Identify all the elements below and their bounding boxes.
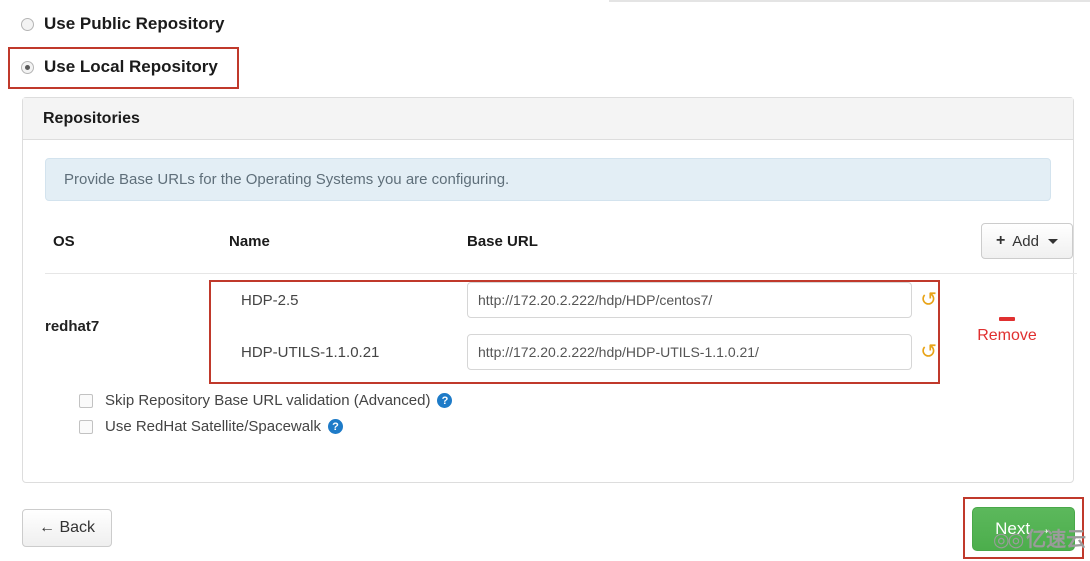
table-row: redhat7 HDP-2.5 HDP-UTILS-1.1.0.21 ↺: [45, 273, 1077, 378]
repositories-panel-header: Repositories: [23, 98, 1073, 140]
repo-name-label: HDP-UTILS-1.1.0.21: [241, 343, 380, 361]
repositories-table: OS Name Base URL + Add redhat7 HDP-2.5 H…: [45, 217, 1077, 378]
repo-url-row: ↺: [467, 274, 937, 326]
remove-button-label: Remove: [977, 327, 1037, 344]
add-button[interactable]: + Add: [980, 223, 1073, 259]
checkbox-skip-validation-box[interactable]: [79, 393, 93, 408]
checkbox-use-redhat-satellite-label: Use RedHat Satellite/Spacewalk: [105, 418, 321, 435]
checkbox-use-redhat-satellite-box[interactable]: [79, 419, 93, 434]
repository-options: Skip Repository Base URL validation (Adv…: [45, 392, 1051, 435]
radio-public-label: Use Public Repository: [44, 14, 225, 33]
repo-url-row: ↺: [467, 326, 937, 378]
checkbox-skip-validation-label: Skip Repository Base URL validation (Adv…: [105, 392, 431, 409]
chevron-down-icon: [1048, 238, 1058, 244]
undo-icon[interactable]: ↺: [920, 290, 937, 310]
add-button-label: Add: [1012, 232, 1039, 250]
help-icon[interactable]: ?: [437, 393, 453, 408]
repositories-panel: Repositories Provide Base URLs for the O…: [22, 97, 1077, 483]
minus-icon: [998, 317, 1015, 321]
repo-names-cell: HDP-2.5 HDP-UTILS-1.1.0.21: [229, 273, 467, 378]
back-button[interactable]: ← Back: [22, 509, 113, 547]
remove-button[interactable]: Remove: [977, 317, 1037, 344]
checkbox-skip-validation[interactable]: Skip Repository Base URL validation (Adv…: [79, 392, 1051, 409]
plus-icon: +: [995, 232, 1006, 249]
base-url-input[interactable]: [467, 282, 913, 318]
table-header-row: OS Name Base URL + Add: [45, 217, 1077, 274]
next-button[interactable]: Next →: [972, 507, 1075, 551]
repo-name-row: HDP-UTILS-1.1.0.21: [229, 326, 467, 378]
repo-name-label: HDP-2.5: [241, 291, 299, 309]
repo-urls-cell: ↺ ↺: [467, 273, 937, 378]
column-header-name: Name: [229, 232, 270, 250]
radio-local-indicator[interactable]: [21, 60, 34, 74]
info-alert-text: Provide Base URLs for the Operating Syst…: [64, 171, 510, 188]
checkbox-use-redhat-satellite[interactable]: Use RedHat Satellite/Spacewalk ?: [79, 418, 1051, 435]
column-header-actions: + Add: [937, 217, 1077, 274]
column-header-os: OS: [53, 232, 75, 250]
radio-public-indicator[interactable]: [21, 17, 34, 31]
radio-local-label: Use Local Repository: [44, 57, 218, 76]
radio-option-use-public-repository[interactable]: Use Public Repository: [21, 14, 224, 34]
info-alert: Provide Base URLs for the Operating Syst…: [45, 158, 1051, 201]
help-icon[interactable]: ?: [327, 419, 343, 434]
column-header-base-url: Base URL: [467, 232, 538, 250]
remove-cell: Remove: [937, 273, 1077, 378]
panel-title: Repositories: [43, 109, 140, 127]
repo-name-row: HDP-2.5: [229, 274, 467, 326]
base-url-input[interactable]: [467, 334, 913, 370]
undo-icon[interactable]: ↺: [920, 342, 937, 362]
radio-option-use-local-repository[interactable]: Use Local Repository: [21, 57, 218, 77]
repositories-panel-body: Provide Base URLs for the Operating Syst…: [23, 140, 1077, 435]
cropped-panel-top-border: [609, 0, 1090, 2]
os-name: redhat7: [45, 273, 229, 378]
